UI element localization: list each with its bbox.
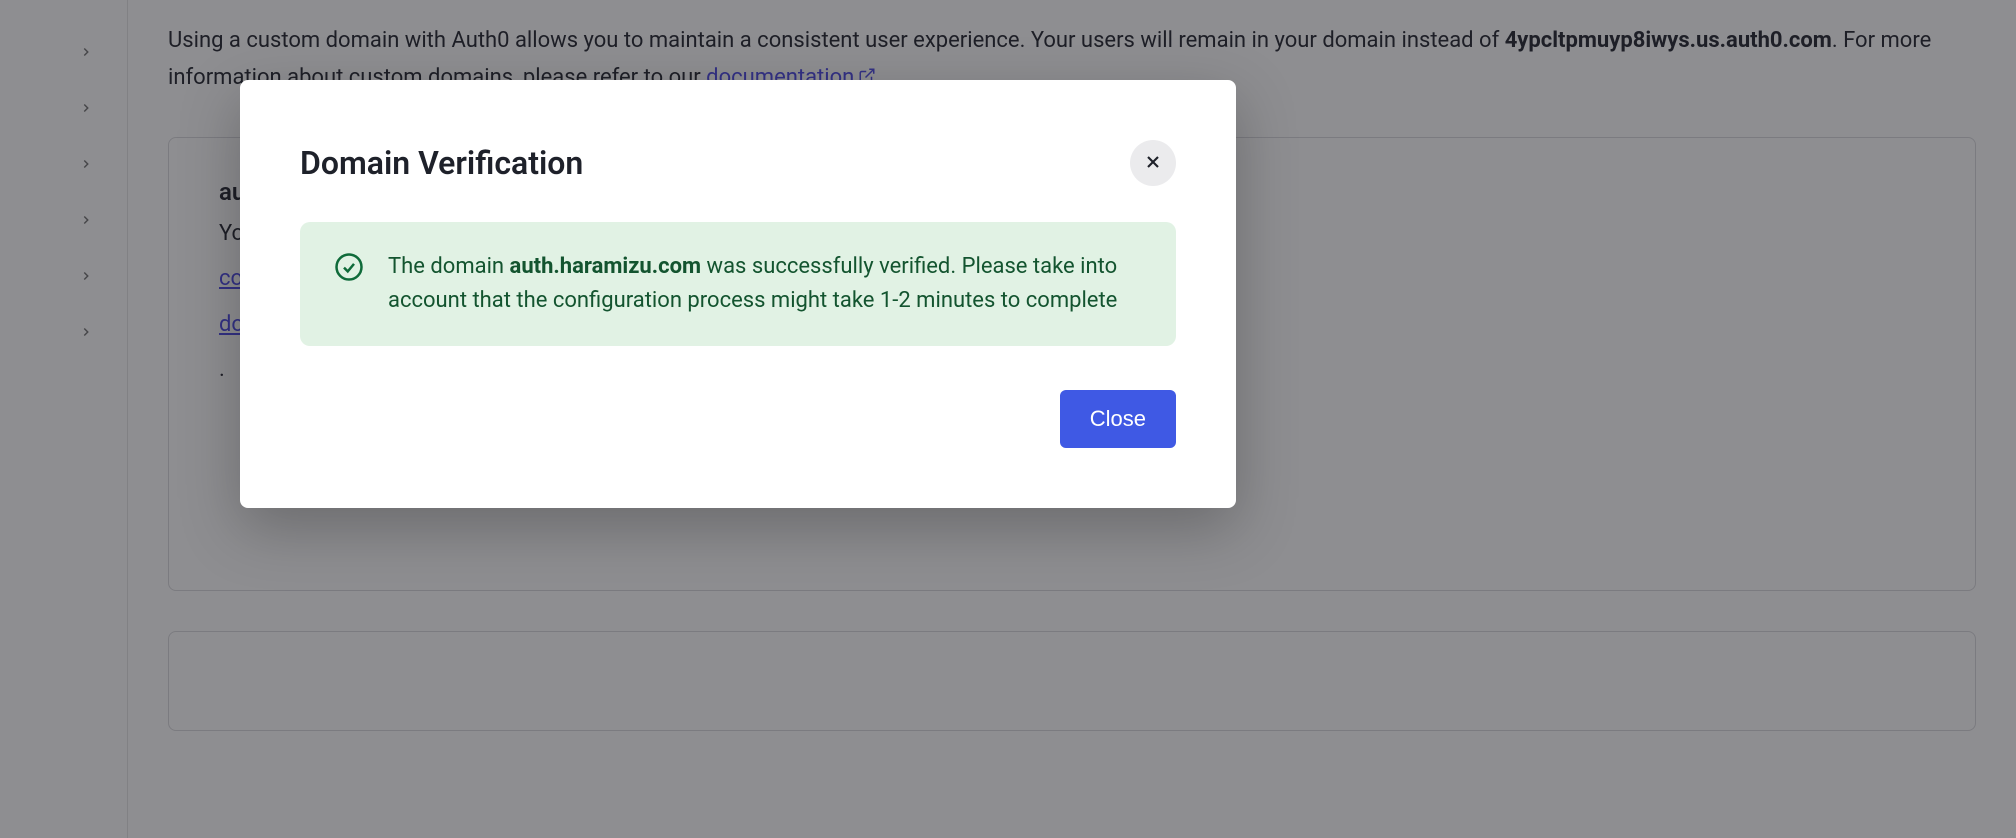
verified-domain: auth.haramizu.com [510, 254, 702, 279]
modal-title: Domain Verification [300, 144, 583, 182]
alert-prefix: The domain [388, 254, 510, 279]
domain-verification-modal: Domain Verification The domain auth.hara… [240, 80, 1236, 508]
modal-overlay[interactable]: Domain Verification The domain auth.hara… [0, 0, 2016, 838]
modal-footer: Close [300, 390, 1176, 448]
close-icon-button[interactable] [1130, 140, 1176, 186]
success-alert: The domain auth.haramizu.com was success… [300, 222, 1176, 346]
alert-message: The domain auth.haramizu.com was success… [388, 250, 1142, 318]
close-icon [1143, 152, 1163, 175]
check-circle-icon [334, 252, 364, 286]
modal-header: Domain Verification [300, 140, 1176, 186]
close-button[interactable]: Close [1060, 390, 1176, 448]
